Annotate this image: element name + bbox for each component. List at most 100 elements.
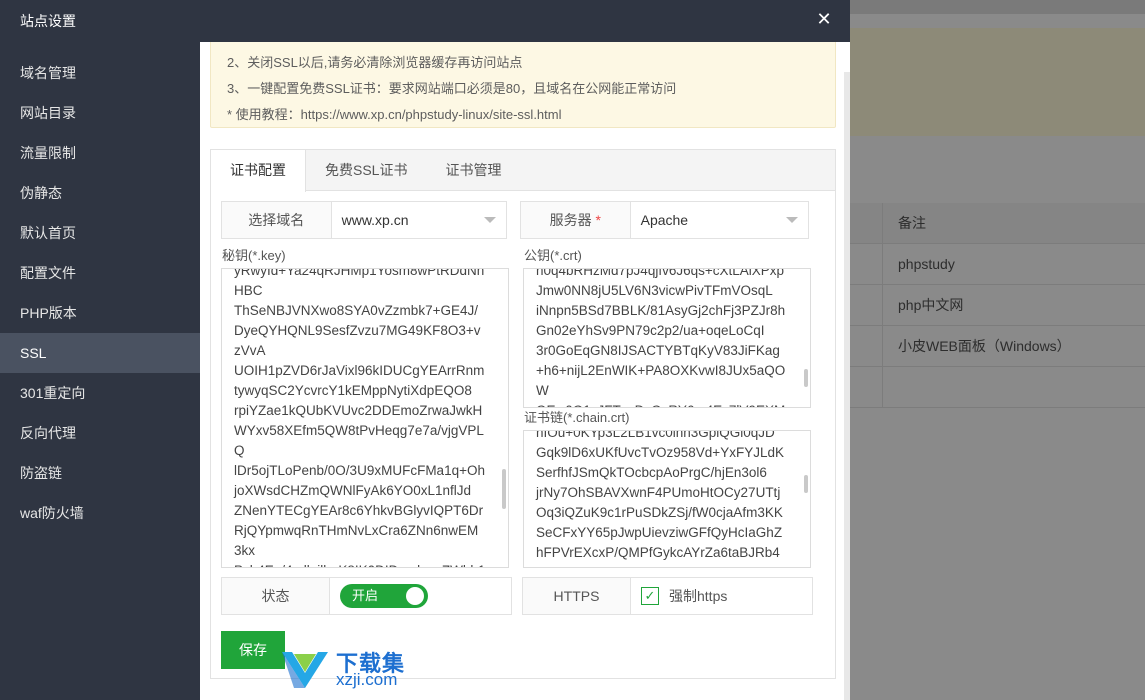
- sidebar-item-rewrite[interactable]: 伪静态: [0, 173, 200, 213]
- table-cell: [883, 367, 898, 407]
- text-line: lDr5ojTLoPenb/0O/3U9xMUFcFMa1q+Oh: [234, 463, 485, 478]
- chain-textarea[interactable]: nIOu+0KYp3L2LB1vc0lnn3GplQGl0qJD Gqk9lD6x…: [523, 430, 811, 568]
- modal-header: 站点设置 ✕: [0, 0, 850, 42]
- table-row: php中文网: [850, 285, 1145, 326]
- force-https-label: 强制https: [669, 588, 728, 604]
- toggle-knob: [406, 587, 424, 605]
- sidebar-item-php-version[interactable]: PHP版本: [0, 293, 200, 333]
- key-text: yRwyId+Ya24qRJHMp1Yosm8wPtRDdNn HBC ThSeNB…: [234, 268, 494, 567]
- scrollbar-thumb[interactable]: [844, 72, 850, 700]
- sidebar-item-site-directory[interactable]: 网站目录: [0, 93, 200, 133]
- https-label: HTTPS: [523, 578, 631, 614]
- table-row: [850, 367, 1145, 408]
- domain-select-value: www.xp.cn: [341, 212, 409, 228]
- text-line: Gqk9lD6xUKfUvcTvOz958Vd+YxFYJLdK: [536, 445, 784, 460]
- site-settings-modal: 站点设置 ✕ 域名管理 网站目录 流量限制 伪静态 默认首页 配置文件 PHP版…: [0, 0, 850, 700]
- scrollbar[interactable]: [804, 475, 808, 493]
- tab-cert-config[interactable]: 证书配置: [211, 150, 306, 192]
- background-notice: [850, 28, 1145, 136]
- server-select[interactable]: Apache: [631, 202, 808, 238]
- text-line: SeCFxYY65pJwpUievziwGFfQyHcIaGhZ: [536, 525, 783, 540]
- toggle-label: 开启: [352, 588, 379, 603]
- sidebar-item-config-file[interactable]: 配置文件: [0, 253, 200, 293]
- text-line: Q: [234, 443, 245, 458]
- text-line: rpiYZae1kQUbKVUvc2DDEmoZrwaJwkH: [234, 403, 483, 418]
- settings-sidebar: 域名管理 网站目录 流量限制 伪静态 默认首页 配置文件 PHP版本 SSL 3…: [0, 42, 200, 700]
- text-line: ThSeNBJVNXwo8SYA0vZzmbk7+GE4J/: [234, 303, 478, 318]
- ssl-status-toggle[interactable]: 开启: [340, 584, 428, 608]
- text-line: h0q4bRHzMd7pJ4qjfv6J6qs+cXtLAiXPxp: [536, 268, 785, 278]
- domain-select-row: 选择域名 www.xp.cn: [221, 201, 507, 239]
- sidebar-item-hotlink[interactable]: 防盗链: [0, 453, 200, 493]
- server-select-label: 服务器 *: [521, 202, 631, 238]
- chain-text: nIOu+0KYp3L2LB1vc0lnn3GplQGl0qJD Gqk9lD6x…: [536, 430, 796, 567]
- text-line: +h6+nijL2EnWIK+PA8OXKvwI8JUx5aQO: [536, 363, 786, 378]
- sidebar-item-redirect[interactable]: 301重定向: [0, 373, 200, 413]
- sidebar-item-ssl[interactable]: SSL: [0, 333, 200, 373]
- text-line: RjQYpmwqRnTHmNvLxCra6ZNn6nwEM: [234, 523, 479, 538]
- table-cell: phpstudy: [898, 256, 955, 272]
- text-line: ZNenYTECgYEAr8c6YhkvBGlyvIQPT6Dr: [234, 503, 484, 518]
- sidebar-item-traffic-limit[interactable]: 流量限制: [0, 133, 200, 173]
- text-line: Jmw0NN8jU5LV6N3vicwPivTFmVOsqL: [536, 283, 773, 298]
- required-mark: *: [595, 212, 601, 228]
- table-cell: 小皮WEB面板（Windows）: [898, 338, 1071, 354]
- force-https-checkbox[interactable]: ✓ 强制https: [631, 578, 727, 614]
- text-line: joXWsdCHZmQWNlFyAk6YO0xL1nflJd: [234, 483, 472, 498]
- text-line: 3r0GoEqGN8IJSACTYBTqKyV83JiFKag: [536, 343, 780, 358]
- text-line: DyeQYHQNL9SesfZvzu7MG49KF8O3+v: [234, 323, 481, 338]
- background-topbar: [850, 0, 1145, 14]
- watermark-text-en: xzji.com: [336, 670, 398, 689]
- text-line: Gn02eYhSv9PN79c2p2/ua+oqeLoCqI: [536, 323, 765, 338]
- background-table-header: 备注: [850, 203, 1145, 244]
- table-cell: php中文网: [898, 297, 964, 313]
- text-line: yRwyId+Ya24qRJHMp1Yosm8wPtRDdNn: [234, 268, 485, 278]
- ssl-tabs-panel: 证书配置 免费SSL证书 证书管理 选择域名 www.xp.cn 服务器 * A…: [210, 149, 836, 679]
- sidebar-item-default-page[interactable]: 默认首页: [0, 213, 200, 253]
- text-line: tywyqSC2YcvrcY1kEMppNytiXdpEQO8: [234, 383, 472, 398]
- save-button[interactable]: 保存: [221, 631, 285, 669]
- scrollbar[interactable]: [502, 469, 506, 509]
- status-label: 状态: [222, 578, 330, 614]
- column-header-remark: 备注: [898, 215, 926, 231]
- tab-cert-manage[interactable]: 证书管理: [426, 150, 520, 191]
- download-logo-icon: [282, 652, 328, 688]
- tab-free-ssl[interactable]: 免费SSL证书: [306, 150, 426, 191]
- text-line: W: [536, 383, 549, 398]
- text-line: Psh4Eq/4zdleilbaK8IK0DIDexdaveZWhb1OF: [234, 561, 494, 567]
- modal-title: 站点设置: [20, 13, 76, 29]
- text-line: 3kx: [234, 543, 256, 558]
- crt-textarea[interactable]: h0q4bRHzMd7pJ4qjfv6J6qs+cXtLAiXPxp Jmw0NN…: [523, 268, 811, 408]
- text-line: nIOu+0KYp3L2LB1vc0lnn3GplQGl0qJD: [536, 430, 775, 440]
- text-line: zVvA: [234, 343, 266, 358]
- scrollbar[interactable]: [804, 369, 808, 387]
- text-line: HBC: [234, 283, 263, 298]
- text-line: jrNy7OhSBAVXwnF4PUmoHtOCy27UTtj: [536, 485, 781, 500]
- domain-select-label: 选择域名: [222, 202, 332, 238]
- sidebar-item-waf[interactable]: waf防火墙: [0, 493, 200, 533]
- table-row: 小皮WEB面板（Windows）: [850, 326, 1145, 367]
- text-line: WYxv58XEfm5QW8tPvHeqg7e7a/vjgVPL: [234, 423, 484, 438]
- sidebar-item-reverse-proxy[interactable]: 反向代理: [0, 413, 200, 453]
- crt-text: h0q4bRHzMd7pJ4qjfv6J6qs+cXtLAiXPxp Jmw0NN…: [536, 268, 796, 407]
- domain-select[interactable]: www.xp.cn: [332, 202, 506, 238]
- chevron-down-icon: [484, 217, 496, 223]
- text-line: iNnpn5BSd7BBLK/81AsyGj2chFj3PZJr8h: [536, 303, 786, 318]
- ssl-content: 2、关闭SSL以后,请务必清除浏览器缓存再访问站点 3、一键配置免费SSL证书：…: [200, 42, 850, 700]
- sidebar-item-domain[interactable]: 域名管理: [0, 53, 200, 93]
- https-row: HTTPS ✓ 强制https: [522, 577, 813, 615]
- server-select-value: Apache: [640, 212, 689, 228]
- table-row: phpstudy: [850, 244, 1145, 285]
- server-select-row: 服务器 * Apache: [520, 201, 809, 239]
- checkmark-icon: ✓: [641, 587, 659, 605]
- crt-field-label: 公钥(*.crt): [524, 248, 582, 263]
- chain-field-label: 证书链(*.chain.crt): [524, 410, 630, 425]
- key-textarea[interactable]: yRwyId+Ya24qRJHMp1Yosm8wPtRDdNn HBC ThSeNB…: [221, 268, 509, 568]
- notice-line: 2、关闭SSL以后,请务必清除浏览器缓存再访问站点: [227, 55, 523, 70]
- server-label-text: 服务器: [549, 212, 592, 228]
- watermark-logo: 下载集 xzji.com: [278, 646, 418, 694]
- notice-line: * 使用教程：https://www.xp.cn/phpstudy-linux/…: [227, 107, 562, 122]
- text-line: cP/NuU0ciYRAfCi6rYIOlLeddlyIVGOacZ: [536, 563, 796, 567]
- close-icon[interactable]: ✕: [814, 9, 834, 29]
- content-scrollbar[interactable]: [844, 72, 850, 700]
